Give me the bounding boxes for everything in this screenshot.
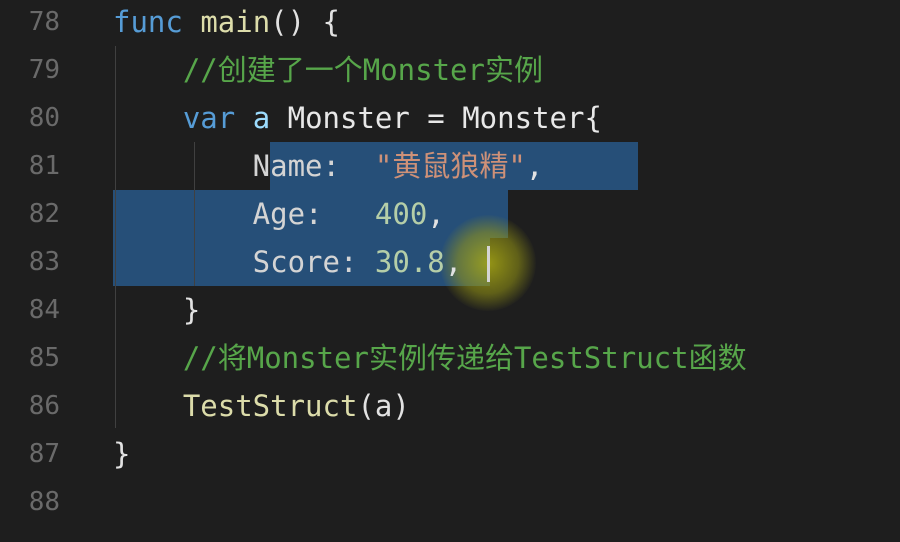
code-token: , — [525, 149, 544, 183]
code-text: Name: "黄鼠狼精", — [113, 142, 544, 190]
code-token: Score: — [113, 245, 375, 279]
code-line[interactable]: 85 //将Monster实例传递给TestStruct函数 — [0, 334, 900, 382]
code-line[interactable]: 78 func main() { — [0, 0, 900, 46]
code-line[interactable]: 84 } — [0, 286, 900, 334]
code-token: (a) — [357, 389, 410, 423]
code-line[interactable]: 79 //创建了一个Monster实例 — [0, 46, 900, 94]
code-token: 400 — [374, 197, 428, 231]
code-token: TestStruct — [182, 389, 358, 423]
code-token: Monster = Monster{ — [270, 101, 602, 135]
line-number: 85 — [28, 343, 60, 373]
code-token: 30.8 — [374, 245, 445, 279]
line-number: 88 — [28, 487, 60, 517]
code-token: , — [427, 197, 445, 231]
line-number: 86 — [28, 391, 60, 421]
code-token: func — [113, 5, 183, 39]
code-token: var — [182, 101, 236, 135]
code-token: } — [113, 437, 131, 471]
code-text: Score: 30.8, — [113, 238, 463, 286]
code-editor[interactable]: 78 func main() {79 //创建了一个Monster实例 80 var… — [0, 0, 900, 542]
code-text: func main() { — [113, 0, 340, 46]
line-number: 79 — [28, 55, 60, 85]
code-token: } — [113, 293, 201, 327]
code-token: "黄鼠狼精" — [374, 149, 526, 183]
code-token: , — [444, 245, 463, 279]
code-text: } — [113, 430, 130, 478]
code-line[interactable]: 82 Age: 400, — [0, 190, 900, 238]
line-number: 81 — [28, 151, 60, 181]
code-text: } — [113, 286, 200, 334]
code-token: //创建了一个Monster实例 — [113, 53, 543, 87]
code-line[interactable]: 83 Score: 30.8, — [0, 238, 900, 286]
code-token: () { — [270, 5, 340, 39]
line-number: 83 — [28, 247, 60, 277]
code-text: TestStruct(a) — [113, 382, 410, 430]
code-token: Name: — [113, 149, 375, 183]
code-text: var a Monster = Monster{ — [113, 94, 602, 142]
code-line[interactable]: 86 TestStruct(a) — [0, 382, 900, 430]
line-number: 78 — [28, 7, 60, 37]
text-caret — [487, 246, 490, 282]
code-text: //创建了一个Monster实例 — [113, 46, 543, 94]
code-token: //将Monster实例传递给TestStruct函数 — [113, 341, 747, 375]
code-line[interactable]: 80 var a Monster = Monster{ — [0, 94, 900, 142]
code-token: a — [252, 101, 271, 135]
line-number: 87 — [28, 439, 60, 469]
code-token: Age: — [113, 197, 375, 231]
code-text: //将Monster实例传递给TestStruct函数 — [113, 334, 747, 382]
line-number: 84 — [28, 295, 60, 325]
code-line[interactable]: 81 Name: "黄鼠狼精", — [0, 142, 900, 190]
line-number: 82 — [28, 199, 60, 229]
code-text: Age: 400, — [113, 190, 445, 238]
code-token: main — [200, 5, 271, 39]
code-line[interactable]: 88 — [0, 478, 900, 526]
line-number: 80 — [28, 103, 60, 133]
code-line[interactable]: 87} — [0, 430, 900, 478]
